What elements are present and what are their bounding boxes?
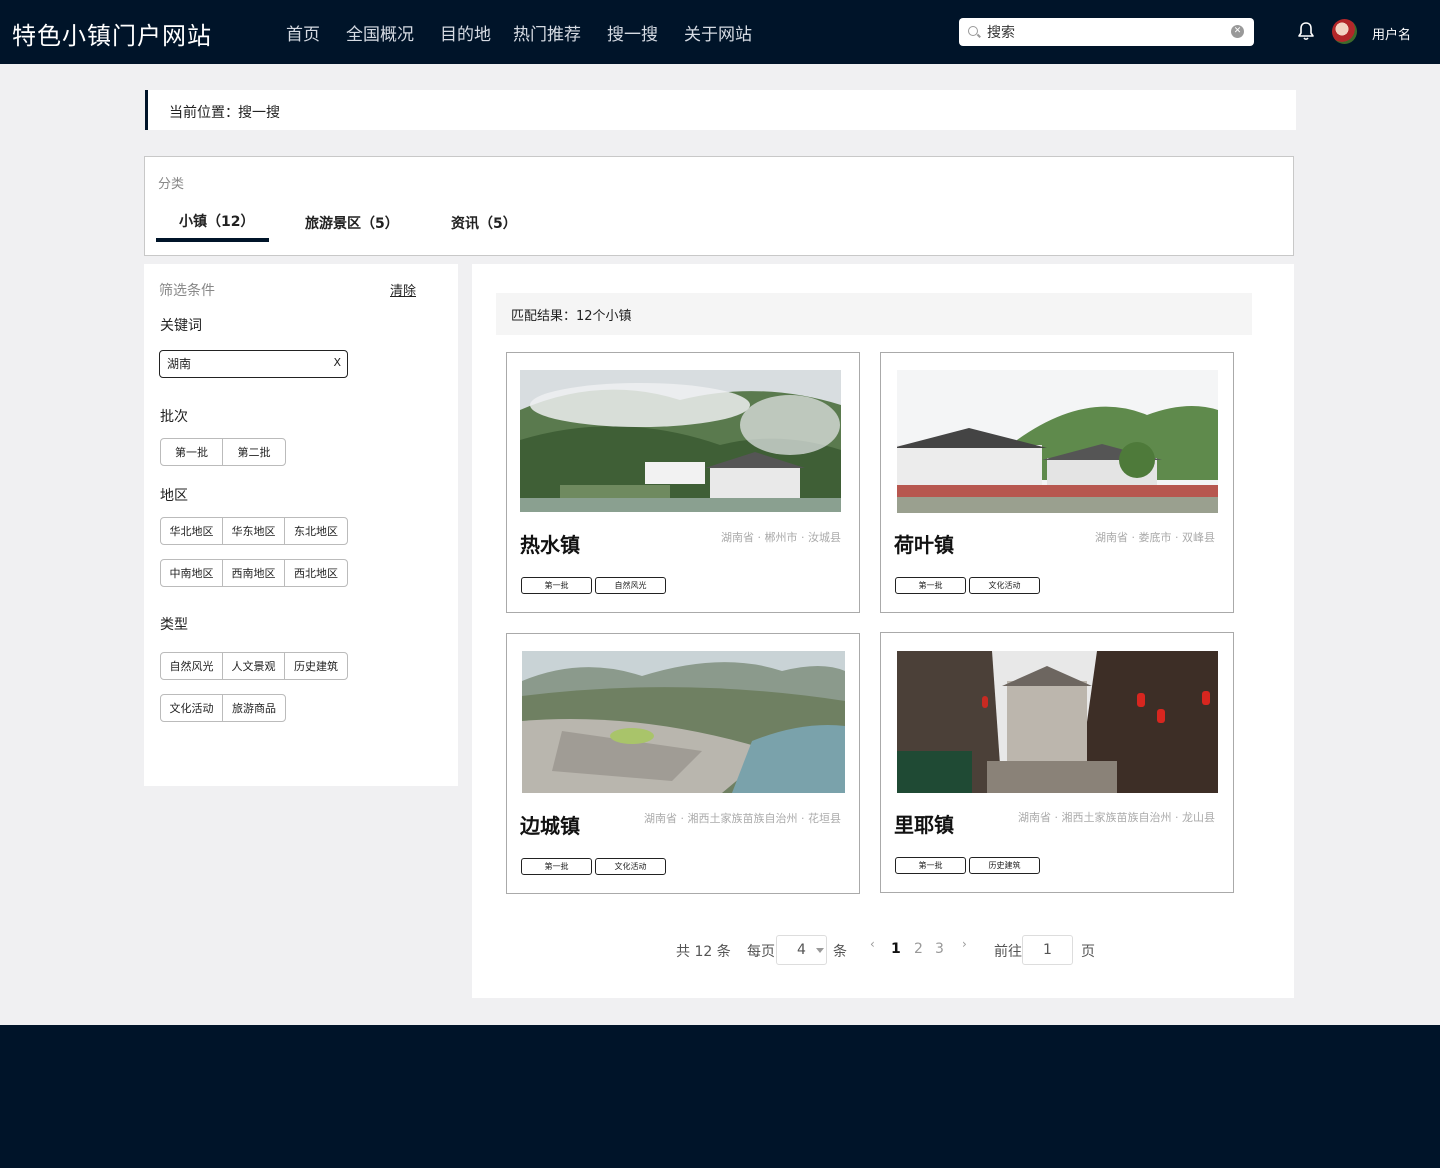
category-label: 分类 (158, 177, 185, 192)
town-tag[interactable]: 自然风光 (595, 577, 666, 594)
town-tag[interactable]: 第一批 (521, 858, 592, 875)
nav-hot-recommend[interactable]: 热门推荐 (513, 20, 581, 45)
search-icon (968, 26, 978, 36)
keyword-label: 关键词 (160, 318, 202, 334)
region-option-east[interactable]: 华东地区 (223, 518, 285, 544)
batch-options: 第一批 第二批 (160, 438, 286, 466)
town-photo (897, 651, 1218, 793)
batch-option-second[interactable]: 第二批 (223, 439, 285, 465)
pagination-total-count: 12 (694, 944, 713, 960)
nav-home[interactable]: 首页 (286, 20, 320, 45)
match-summary-bar: 匹配结果：12个小镇 (496, 293, 1252, 335)
town-name[interactable]: 里耶镇 (894, 809, 954, 838)
town-name[interactable]: 热水镇 (520, 529, 580, 558)
town-photo (522, 651, 845, 793)
bell-icon[interactable] (1297, 21, 1315, 41)
page-number[interactable]: 1 (891, 941, 901, 957)
nav-search[interactable]: 搜一搜 (607, 20, 658, 45)
results-panel: 匹配结果：12个小镇 热水镇 湖南省 · 郴州市 · 汝城县 第一批 自然风光 (472, 264, 1294, 998)
next-page-button[interactable]: › (962, 937, 967, 951)
region-label: 地区 (160, 488, 188, 504)
region-options-row2: 中南地区 西南地区 西北地区 (160, 559, 348, 587)
region-option-southwest[interactable]: 西南地区 (223, 560, 285, 586)
header-search-box[interactable]: ✕ (959, 18, 1254, 46)
page-number[interactable]: 3 (935, 941, 944, 957)
type-option-culture-landscape[interactable]: 人文景观 (223, 653, 285, 679)
region-option-north[interactable]: 华北地区 (161, 518, 223, 544)
region-option-northeast[interactable]: 东北地区 (285, 518, 347, 544)
batch-option-first[interactable]: 第一批 (161, 439, 223, 465)
town-card[interactable]: 热水镇 湖南省 · 郴州市 · 汝城县 第一批 自然风光 (506, 352, 860, 613)
active-tab-indicator (156, 238, 269, 242)
breadcrumb-prefix: 当前位置： (169, 105, 239, 121)
town-photo (520, 370, 841, 512)
avatar[interactable] (1332, 19, 1357, 44)
pagination-total-prefix: 共 (676, 944, 690, 960)
town-card[interactable]: 荷叶镇 湖南省 · 娄底市 · 双峰县 第一批 文化活动 (880, 352, 1234, 613)
keyword-field[interactable]: X (159, 350, 348, 378)
town-location: 湖南省 · 湘西土家族苗族自治州 · 花垣县 (644, 812, 841, 825)
page-size-prefix: 每页 (747, 944, 775, 960)
type-option-cultural-events[interactable]: 文化活动 (161, 695, 223, 721)
filter-title: 筛选条件 (159, 283, 215, 299)
town-name[interactable]: 边城镇 (520, 810, 580, 839)
town-location: 湖南省 · 湘西土家族苗族自治州 · 龙山县 (1018, 811, 1215, 824)
goto-suffix: 页 (1081, 944, 1095, 960)
category-panel: 分类 小镇（12） 旅游景区（5） 资讯（5） (144, 156, 1294, 256)
breadcrumb-current[interactable]: 搜一搜 (238, 102, 280, 122)
page-size-suffix: 条 (833, 944, 847, 960)
tab-scenic-spots[interactable]: 旅游景区（5） (305, 213, 399, 233)
town-tag[interactable]: 第一批 (521, 577, 592, 594)
pagination-total-suffix: 条 (716, 944, 731, 960)
region-options-row1: 华北地区 华东地区 东北地区 (160, 517, 348, 545)
town-photo (897, 370, 1218, 513)
town-location: 湖南省 · 娄底市 · 双峰县 (1095, 531, 1215, 544)
town-location: 湖南省 · 郴州市 · 汝城县 (721, 531, 841, 544)
nav-overview[interactable]: 全国概况 (346, 20, 414, 45)
town-tag[interactable]: 历史建筑 (969, 857, 1040, 874)
breadcrumb: 当前位置： 搜一搜 (145, 90, 1296, 130)
type-option-souvenirs[interactable]: 旅游商品 (223, 695, 285, 721)
page-size-value: 4 (797, 942, 806, 958)
footer (0, 1025, 1440, 1168)
type-options-row2: 文化活动 旅游商品 (160, 694, 286, 722)
region-option-northwest[interactable]: 西北地区 (285, 560, 347, 586)
pagination-total: 共 12 条 (676, 941, 731, 961)
top-navbar: 特色小镇门户网站 首页 全国概况 目的地 热门推荐 搜一搜 关于网站 ✕ 用户名 (0, 0, 1440, 64)
clear-search-icon[interactable]: ✕ (1231, 25, 1244, 38)
match-summary: 匹配结果：12个小镇 (511, 309, 632, 324)
chevron-down-icon (816, 948, 824, 953)
nav-about[interactable]: 关于网站 (684, 20, 752, 45)
town-tag[interactable]: 第一批 (895, 857, 966, 874)
type-options-row1: 自然风光 人文景观 历史建筑 (160, 652, 348, 680)
type-option-nature[interactable]: 自然风光 (161, 653, 223, 679)
type-label: 类型 (160, 617, 188, 633)
keyword-input[interactable] (167, 356, 327, 370)
header-search-input[interactable] (987, 22, 1227, 42)
nav-destinations[interactable]: 目的地 (440, 20, 491, 45)
goto-page-input[interactable] (1022, 935, 1073, 965)
region-option-central-south[interactable]: 中南地区 (161, 560, 223, 586)
keyword-clear-button[interactable]: X (333, 356, 341, 369)
filter-panel: 筛选条件 清除 关键词 X 批次 第一批 第二批 地区 华北地区 华东地区 东北… (144, 264, 458, 786)
town-tag[interactable]: 第一批 (895, 577, 966, 594)
town-card[interactable]: 边城镇 湖南省 · 湘西土家族苗族自治州 · 花垣县 第一批 文化活动 (506, 633, 860, 894)
page-number[interactable]: 2 (914, 941, 923, 957)
main-nav: 首页 全国概况 目的地 热门推荐 搜一搜 关于网站 (286, 20, 778, 45)
page-size-select[interactable]: 4 (776, 935, 827, 965)
clear-filters-button[interactable]: 清除 (390, 280, 416, 299)
prev-page-button[interactable]: ‹ (870, 937, 875, 951)
user-name[interactable]: 用户名 (1372, 24, 1411, 43)
town-tag[interactable]: 文化活动 (595, 858, 666, 875)
town-name[interactable]: 荷叶镇 (894, 529, 954, 558)
town-tag[interactable]: 文化活动 (969, 577, 1040, 594)
batch-label: 批次 (160, 409, 188, 425)
type-option-historic[interactable]: 历史建筑 (285, 653, 347, 679)
tab-towns[interactable]: 小镇（12） (179, 211, 254, 231)
tab-news[interactable]: 资讯（5） (451, 213, 517, 233)
site-title[interactable]: 特色小镇门户网站 (12, 16, 212, 51)
town-card[interactable]: 里耶镇 湖南省 · 湘西土家族苗族自治州 · 龙山县 第一批 历史建筑 (880, 632, 1234, 893)
goto-prefix: 前往 (994, 944, 1022, 960)
